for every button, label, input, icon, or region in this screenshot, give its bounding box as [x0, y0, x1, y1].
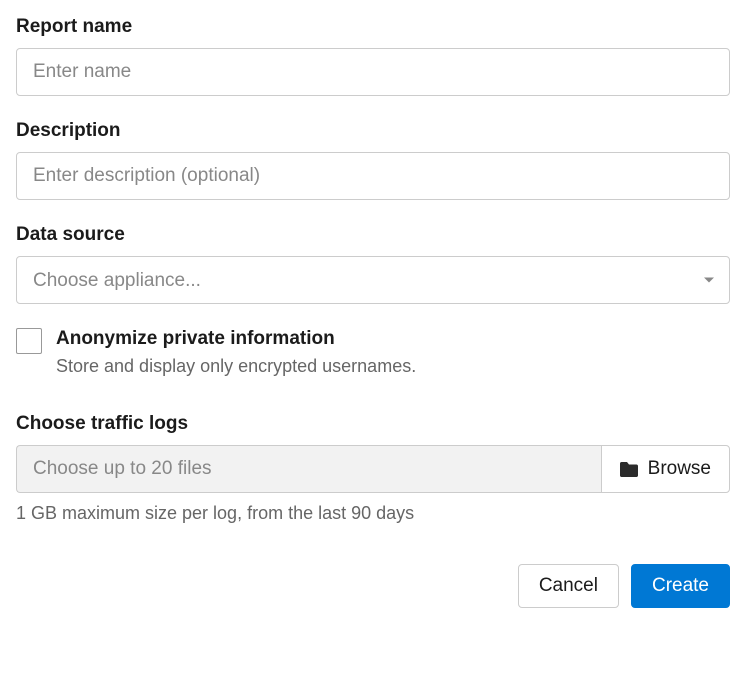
report-name-label: Report name [16, 16, 730, 38]
create-button[interactable]: Create [631, 564, 730, 608]
description-input[interactable] [16, 152, 730, 200]
anonymize-checkbox[interactable] [16, 328, 42, 354]
folder-icon [620, 462, 638, 477]
browse-button-label: Browse [648, 458, 711, 480]
description-label: Description [16, 120, 730, 142]
traffic-logs-display: Choose up to 20 files [16, 445, 601, 493]
data-source-label: Data source [16, 224, 730, 246]
anonymize-label: Anonymize private information [56, 328, 416, 350]
traffic-logs-hint: 1 GB maximum size per log, from the last… [16, 503, 730, 524]
traffic-logs-label: Choose traffic logs [16, 413, 730, 435]
browse-button[interactable]: Browse [601, 445, 730, 493]
report-name-input[interactable] [16, 48, 730, 96]
anonymize-sublabel: Store and display only encrypted usernam… [56, 356, 416, 377]
cancel-button[interactable]: Cancel [518, 564, 619, 608]
data-source-select[interactable]: Choose appliance... [16, 256, 730, 304]
